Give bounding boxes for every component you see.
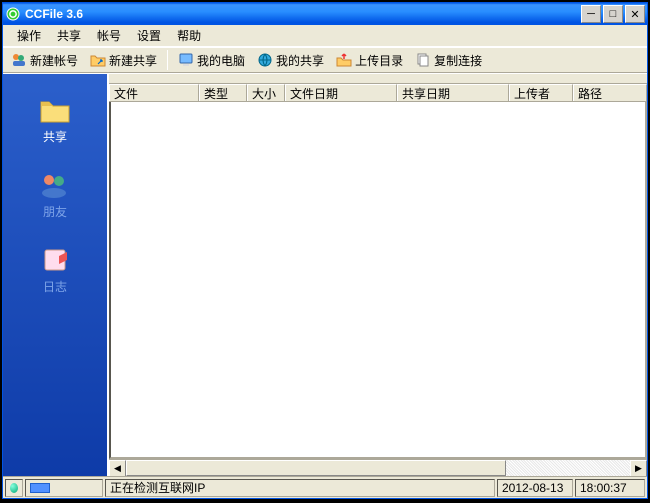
sidebar-item-logs[interactable]: 日志 xyxy=(25,242,85,299)
horizontal-scrollbar[interactable]: ◀ ▶ xyxy=(109,459,647,476)
col-path[interactable]: 路径 xyxy=(573,84,647,101)
upload-dir-label: 上传目录 xyxy=(355,52,403,69)
friends-icon xyxy=(39,171,71,199)
status-date: 2012-08-13 xyxy=(497,479,573,497)
col-file[interactable]: 文件 xyxy=(109,84,199,101)
window-controls: ─ □ ✕ xyxy=(581,5,645,23)
new-account-button[interactable]: 新建帐号 xyxy=(7,50,82,71)
col-size[interactable]: 大小 xyxy=(247,84,285,101)
col-share-date[interactable]: 共享日期 xyxy=(397,84,509,101)
sidebar-friends-label: 朋友 xyxy=(43,203,67,220)
copy-link-button[interactable]: 复制连接 xyxy=(411,50,486,71)
menu-settings[interactable]: 设置 xyxy=(129,25,169,46)
statusbar: 正在检测互联网IP 2012-08-13 18:00:37 xyxy=(3,476,647,498)
new-share-button[interactable]: 新建共享 xyxy=(86,50,161,71)
app-window: CCFile 3.6 ─ □ ✕ 操作 共享 帐号 设置 帮助 新建帐号 新建共… xyxy=(2,2,648,499)
scroll-right-button[interactable]: ▶ xyxy=(630,460,647,477)
content-area: 共享 朋友 日志 文件 类型 大小 文件日期 共享日期 上传者 路径 xyxy=(3,73,647,476)
col-type[interactable]: 类型 xyxy=(199,84,247,101)
my-share-label: 我的共享 xyxy=(276,52,324,69)
sidebar-item-share[interactable]: 共享 xyxy=(25,92,85,149)
new-share-label: 新建共享 xyxy=(109,52,157,69)
menu-operation[interactable]: 操作 xyxy=(9,25,49,46)
progress-area xyxy=(109,74,647,84)
table-body[interactable] xyxy=(109,102,647,459)
sidebar-share-label: 共享 xyxy=(43,128,67,145)
status-message: 正在检测互联网IP xyxy=(105,479,495,497)
globe-indicator-icon xyxy=(10,483,18,493)
col-uploader[interactable]: 上传者 xyxy=(509,84,573,101)
sidebar-item-friends[interactable]: 朋友 xyxy=(25,167,85,224)
copy-link-label: 复制连接 xyxy=(434,52,482,69)
sidebar: 共享 朋友 日志 xyxy=(3,74,107,476)
status-progress xyxy=(25,479,103,497)
maximize-button[interactable]: □ xyxy=(603,5,623,23)
users-icon xyxy=(11,52,27,68)
folder-share-icon xyxy=(90,52,106,68)
toolbar-separator xyxy=(167,50,168,70)
my-computer-label: 我的电脑 xyxy=(197,52,245,69)
computer-icon xyxy=(178,52,194,68)
new-account-label: 新建帐号 xyxy=(30,52,78,69)
globe-icon xyxy=(257,52,273,68)
close-button[interactable]: ✕ xyxy=(625,5,645,23)
table-header: 文件 类型 大小 文件日期 共享日期 上传者 路径 xyxy=(109,84,647,102)
main-panel: 文件 类型 大小 文件日期 共享日期 上传者 路径 ◀ ▶ xyxy=(107,74,647,476)
col-file-date[interactable]: 文件日期 xyxy=(285,84,397,101)
menu-help[interactable]: 帮助 xyxy=(169,25,209,46)
my-share-button[interactable]: 我的共享 xyxy=(253,50,328,71)
folder-icon xyxy=(39,96,71,124)
menubar: 操作 共享 帐号 设置 帮助 xyxy=(3,25,647,47)
upload-icon xyxy=(336,52,352,68)
window-title: CCFile 3.6 xyxy=(25,7,581,21)
scroll-track[interactable] xyxy=(126,460,630,476)
app-icon xyxy=(5,6,21,22)
sidebar-logs-label: 日志 xyxy=(43,278,67,295)
scroll-left-button[interactable]: ◀ xyxy=(109,460,126,477)
my-computer-button[interactable]: 我的电脑 xyxy=(174,50,249,71)
copy-icon xyxy=(415,52,431,68)
menu-share[interactable]: 共享 xyxy=(49,25,89,46)
upload-dir-button[interactable]: 上传目录 xyxy=(332,50,407,71)
progress-block xyxy=(30,483,50,493)
titlebar[interactable]: CCFile 3.6 ─ □ ✕ xyxy=(3,3,647,25)
scroll-thumb[interactable] xyxy=(126,460,506,476)
logs-icon xyxy=(39,246,71,274)
menu-account[interactable]: 帐号 xyxy=(89,25,129,46)
status-indicator xyxy=(5,479,23,497)
toolbar: 新建帐号 新建共享 我的电脑 我的共享 上传目录 复制连接 xyxy=(3,47,647,73)
status-time: 18:00:37 xyxy=(575,479,645,497)
minimize-button[interactable]: ─ xyxy=(581,5,601,23)
